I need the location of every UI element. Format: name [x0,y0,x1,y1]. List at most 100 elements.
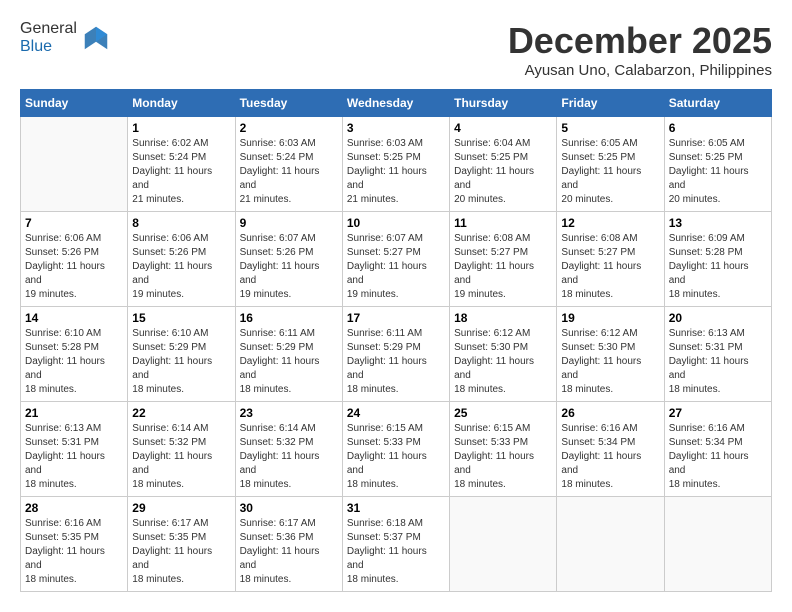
day-info: Sunrise: 6:18 AMSunset: 5:37 PMDaylight:… [347,517,445,587]
weekday-header-row: SundayMondayTuesdayWednesdayThursdayFrid… [21,90,772,117]
day-info: Sunrise: 6:16 AMSunset: 5:34 PMDaylight:… [561,422,659,492]
day-info: Sunrise: 6:11 AMSunset: 5:29 PMDaylight:… [240,327,338,397]
calendar-cell: 26 Sunrise: 6:16 AMSunset: 5:34 PMDayligh… [557,402,664,497]
day-number: 2 [240,121,338,135]
day-number: 19 [561,311,659,325]
day-number: 18 [454,311,552,325]
page-header: General Blue December 2025 Ayusan Uno, C… [20,20,772,79]
day-info: Sunrise: 6:13 AMSunset: 5:31 PMDaylight:… [25,422,123,492]
day-info: Sunrise: 6:07 AMSunset: 5:26 PMDaylight:… [240,232,338,302]
day-number: 8 [132,216,230,230]
day-info: Sunrise: 6:10 AMSunset: 5:29 PMDaylight:… [132,327,230,397]
weekday-header-monday: Monday [128,90,235,117]
day-info: Sunrise: 6:03 AMSunset: 5:24 PMDaylight:… [240,137,338,207]
calendar-cell: 1Sunrise: 6:02 AMSunset: 5:24 PMDaylight… [128,117,235,212]
location-title: Ayusan Uno, Calabarzon, Philippines [508,62,772,79]
day-number: 3 [347,121,445,135]
weekday-header-saturday: Saturday [664,90,771,117]
day-info: Sunrise: 6:12 AMSunset: 5:30 PMDaylight:… [454,327,552,397]
day-number: 21 [25,406,123,420]
calendar-week-row: 28 Sunrise: 6:16 AMSunset: 5:35 PMDayligh… [21,497,772,592]
day-number: 7 [25,216,123,230]
day-number: 31 [347,501,445,515]
calendar-cell: 28 Sunrise: 6:16 AMSunset: 5:35 PMDayligh… [21,497,128,592]
calendar-cell: 19Sunrise: 6:12 AMSunset: 5:30 PMDayligh… [557,307,664,402]
day-number: 4 [454,121,552,135]
calendar-cell: 13Sunrise: 6:09 AMSunset: 5:28 PMDayligh… [664,212,771,307]
month-title: December 2025 [508,20,772,62]
logo-blue-text: Blue [20,38,52,55]
day-info: Sunrise: 6:14 AMSunset: 5:32 PMDaylight:… [240,422,338,492]
day-number: 14 [25,311,123,325]
calendar-cell: 2 Sunrise: 6:03 AMSunset: 5:24 PMDaylight… [235,117,342,212]
calendar-cell: 31 Sunrise: 6:18 AMSunset: 5:37 PMDayligh… [342,497,449,592]
day-number: 20 [669,311,767,325]
calendar-table: SundayMondayTuesdayWednesdayThursdayFrid… [20,89,772,592]
calendar-cell: 15 Sunrise: 6:10 AMSunset: 5:29 PMDayligh… [128,307,235,402]
calendar-cell: 18 Sunrise: 6:12 AMSunset: 5:30 PMDayligh… [450,307,557,402]
day-number: 24 [347,406,445,420]
day-number: 26 [561,406,659,420]
day-number: 16 [240,311,338,325]
calendar-week-row: 7 Sunrise: 6:06 AMSunset: 5:26 PMDaylight… [21,212,772,307]
calendar-cell [664,497,771,592]
calendar-cell: 6Sunrise: 6:05 AMSunset: 5:25 PMDaylight… [664,117,771,212]
calendar-week-row: 1Sunrise: 6:02 AMSunset: 5:24 PMDaylight… [21,117,772,212]
day-info: Sunrise: 6:08 AMSunset: 5:27 PMDaylight:… [561,232,659,302]
weekday-header-sunday: Sunday [21,90,128,117]
calendar-week-row: 21 Sunrise: 6:13 AMSunset: 5:31 PMDayligh… [21,402,772,497]
day-info: Sunrise: 6:10 AMSunset: 5:28 PMDaylight:… [25,327,123,397]
calendar-cell: 21 Sunrise: 6:13 AMSunset: 5:31 PMDayligh… [21,402,128,497]
calendar-cell: 24 Sunrise: 6:15 AMSunset: 5:33 PMDayligh… [342,402,449,497]
day-number: 23 [240,406,338,420]
calendar-week-row: 14 Sunrise: 6:10 AMSunset: 5:28 PMDayligh… [21,307,772,402]
day-info: Sunrise: 6:06 AMSunset: 5:26 PMDaylight:… [25,232,123,302]
day-info: Sunrise: 6:15 AMSunset: 5:33 PMDaylight:… [347,422,445,492]
calendar-cell [21,117,128,212]
day-number: 29 [132,501,230,515]
day-info: Sunrise: 6:08 AMSunset: 5:27 PMDaylight:… [454,232,552,302]
day-info: Sunrise: 6:16 AMSunset: 5:35 PMDaylight:… [25,517,123,587]
day-number: 10 [347,216,445,230]
day-number: 25 [454,406,552,420]
calendar-cell: 4 Sunrise: 6:04 AMSunset: 5:25 PMDaylight… [450,117,557,212]
calendar-cell: 3 Sunrise: 6:03 AMSunset: 5:25 PMDaylight… [342,117,449,212]
calendar-cell: 30 Sunrise: 6:17 AMSunset: 5:36 PMDayligh… [235,497,342,592]
day-number: 15 [132,311,230,325]
day-info: Sunrise: 6:11 AMSunset: 5:29 PMDaylight:… [347,327,445,397]
day-number: 27 [669,406,767,420]
title-area: December 2025 Ayusan Uno, Calabarzon, Ph… [508,20,772,79]
calendar-cell: 5 Sunrise: 6:05 AMSunset: 5:25 PMDaylight… [557,117,664,212]
calendar-cell: 20Sunrise: 6:13 AMSunset: 5:31 PMDayligh… [664,307,771,402]
day-number: 11 [454,216,552,230]
logo-general-text: General [20,20,77,37]
calendar-cell [557,497,664,592]
calendar-cell: 22 Sunrise: 6:14 AMSunset: 5:32 PMDayligh… [128,402,235,497]
calendar-cell: 11 Sunrise: 6:08 AMSunset: 5:27 PMDayligh… [450,212,557,307]
day-number: 13 [669,216,767,230]
day-info: Sunrise: 6:14 AMSunset: 5:32 PMDaylight:… [132,422,230,492]
calendar-cell [450,497,557,592]
day-info: Sunrise: 6:16 AMSunset: 5:34 PMDaylight:… [669,422,767,492]
day-info: Sunrise: 6:04 AMSunset: 5:25 PMDaylight:… [454,137,552,207]
calendar-cell: 29 Sunrise: 6:17 AMSunset: 5:35 PMDayligh… [128,497,235,592]
day-info: Sunrise: 6:05 AMSunset: 5:25 PMDaylight:… [561,137,659,207]
day-number: 30 [240,501,338,515]
day-info: Sunrise: 6:07 AMSunset: 5:27 PMDaylight:… [347,232,445,302]
logo: General Blue [20,20,111,56]
day-info: Sunrise: 6:17 AMSunset: 5:36 PMDaylight:… [240,517,338,587]
calendar-cell: 12Sunrise: 6:08 AMSunset: 5:27 PMDayligh… [557,212,664,307]
weekday-header-wednesday: Wednesday [342,90,449,117]
day-number: 28 [25,501,123,515]
day-info: Sunrise: 6:05 AMSunset: 5:25 PMDaylight:… [669,137,767,207]
weekday-header-tuesday: Tuesday [235,90,342,117]
day-number: 9 [240,216,338,230]
day-number: 22 [132,406,230,420]
day-info: Sunrise: 6:17 AMSunset: 5:35 PMDaylight:… [132,517,230,587]
calendar-cell: 27 Sunrise: 6:16 AMSunset: 5:34 PMDayligh… [664,402,771,497]
calendar-cell: 17Sunrise: 6:11 AMSunset: 5:29 PMDayligh… [342,307,449,402]
day-info: Sunrise: 6:03 AMSunset: 5:25 PMDaylight:… [347,137,445,207]
calendar-cell: 7 Sunrise: 6:06 AMSunset: 5:26 PMDaylight… [21,212,128,307]
day-number: 5 [561,121,659,135]
calendar-cell: 10 Sunrise: 6:07 AMSunset: 5:27 PMDayligh… [342,212,449,307]
